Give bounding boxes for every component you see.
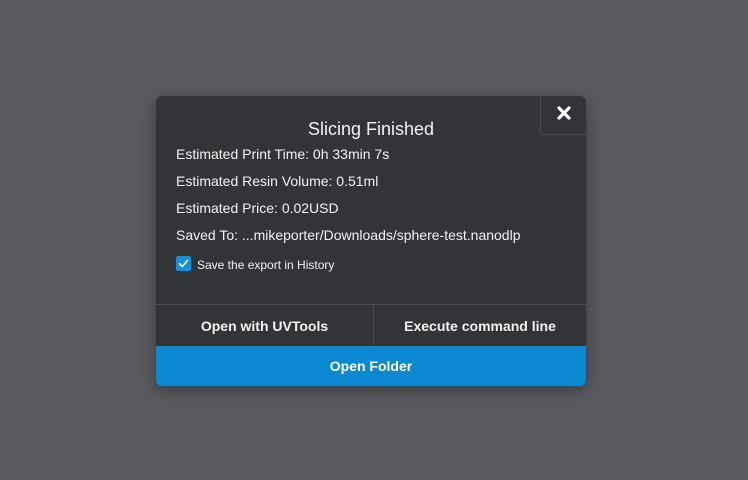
action-button-row: Open with UVTools Execute command line — [156, 304, 586, 347]
execute-command-line-button[interactable]: Execute command line — [374, 305, 586, 347]
save-history-checkbox[interactable] — [176, 255, 191, 271]
slicing-finished-dialog: Slicing Finished Estimated Print Time: 0… — [156, 96, 586, 386]
open-with-uvtools-button[interactable]: Open with UVTools — [156, 305, 374, 347]
save-history-option[interactable]: Save the export in History — [176, 255, 335, 272]
dialog-title: Slicing Finished — [307, 119, 435, 139]
save-history-label: Save the export in History — [197, 258, 335, 272]
saved-to-path: Saved To: ...mikeporter/Downloads/sphere… — [176, 227, 521, 243]
open-folder-button[interactable]: Open Folder — [156, 346, 586, 386]
estimated-print-time: Estimated Print Time: 0h 33min 7s — [176, 146, 390, 162]
estimated-resin-volume: Estimated Resin Volume: 0.51ml — [176, 173, 379, 189]
estimated-price: Estimated Price: 0.02USD — [176, 200, 339, 216]
checkmark-icon — [178, 259, 189, 267]
